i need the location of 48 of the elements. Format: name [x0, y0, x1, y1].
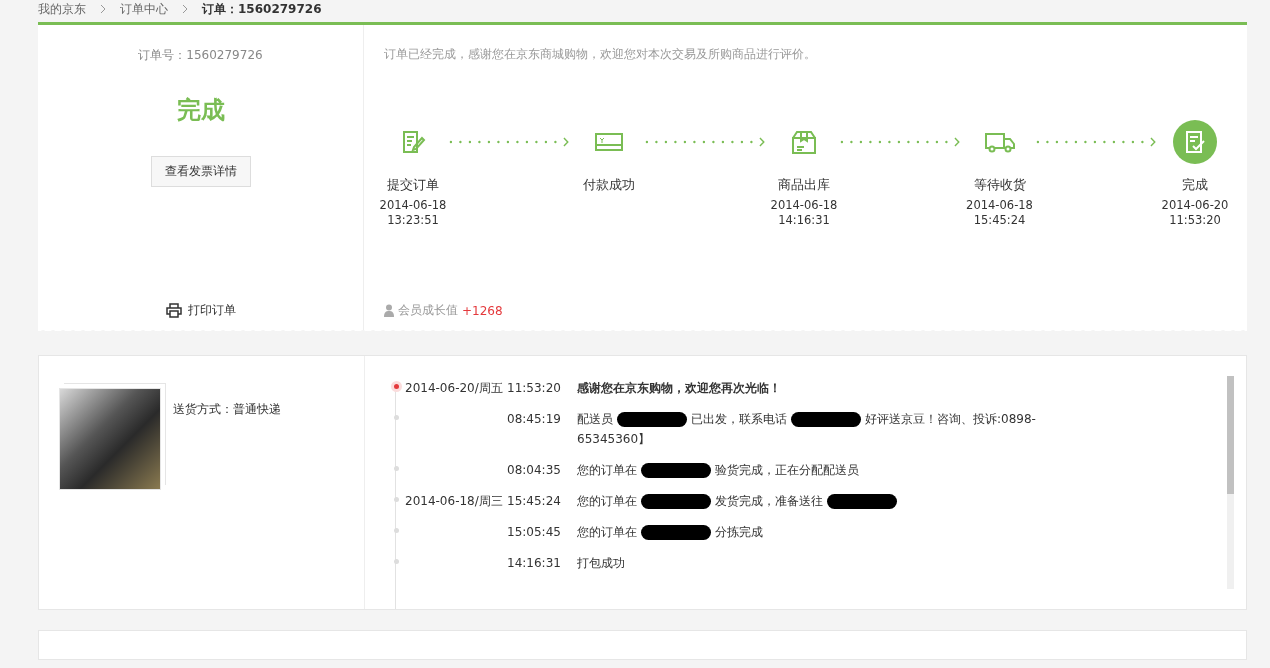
breadcrumb-link[interactable]: 订单中心	[120, 0, 168, 18]
event-message: 您的订单在 发货完成，准备送往	[577, 491, 1047, 511]
step-label: 提交订单	[387, 176, 439, 194]
step-label: 商品出库	[778, 176, 830, 194]
event-message: 您的订单在 验货完成，正在分配配送员	[577, 462, 860, 480]
print-order-link[interactable]: 打印订单	[165, 302, 236, 319]
chevron-icon	[182, 4, 188, 14]
member-growth-value: +1268	[462, 303, 503, 318]
chevron-icon	[100, 4, 106, 14]
event-time: 15:45:24	[507, 493, 562, 510]
event-message: 您的订单在 分拣完成	[577, 524, 764, 542]
event-message: 打包成功	[577, 555, 626, 572]
invoice-details-button[interactable]: 查看发票详情	[150, 156, 251, 187]
step-date: 2014-06-18	[770, 198, 838, 213]
printer-icon	[165, 303, 182, 318]
card-icon	[593, 131, 624, 153]
form-pencil-icon	[400, 129, 426, 155]
step-label: 付款成功	[582, 176, 635, 194]
person-icon	[384, 304, 394, 317]
step-time: 14:16:31	[778, 213, 830, 228]
event-message: 配送员 已出发，联系电话 好评送京豆！咨询、投诉:0898-65345360】	[577, 411, 1037, 448]
event-time: 08:04:35	[507, 462, 562, 479]
check-document-icon	[1184, 130, 1206, 154]
breadcrumb-current: 订单：1560279726	[202, 0, 322, 18]
step-label: 等待收货	[973, 176, 1026, 194]
event-date: 2014-06-18/周三	[405, 493, 504, 510]
event-date: 2014-06-20/周五	[405, 380, 504, 397]
step-time: 15:45:24	[973, 213, 1026, 228]
order-number: 订单号：1560279726	[138, 47, 263, 64]
order-status: 完成	[176, 95, 225, 126]
order-complete-message: 订单已经完成，感谢您在京东商城购物，欢迎您对本次交易及所购商品进行评价。	[384, 47, 817, 62]
event-time: 15:05:45	[507, 524, 562, 541]
event-time: 08:45:19	[507, 411, 562, 428]
step-time: 13:23:51	[387, 213, 439, 228]
event-time: 11:53:20	[507, 380, 562, 397]
scrollbar[interactable]	[1227, 376, 1234, 589]
event-message: 感谢您在京东购物，欢迎您再次光临！	[577, 380, 782, 397]
event-time: 14:16:31	[507, 555, 562, 572]
breadcrumb-link[interactable]: 我的京东	[38, 0, 86, 18]
box-icon	[790, 129, 818, 155]
step-date: 2014-06-18	[379, 198, 447, 213]
member-growth-label: 会员成长值	[398, 302, 458, 319]
step-date: 2014-06-18	[966, 198, 1033, 213]
step-label: 完成	[1182, 176, 1208, 194]
step-date: 2014-06-20	[1161, 198, 1229, 213]
step-time: 11:53:20	[1169, 213, 1221, 228]
truck-icon	[983, 130, 1016, 154]
delivery-method: 送货方式：普通快递	[173, 401, 281, 418]
